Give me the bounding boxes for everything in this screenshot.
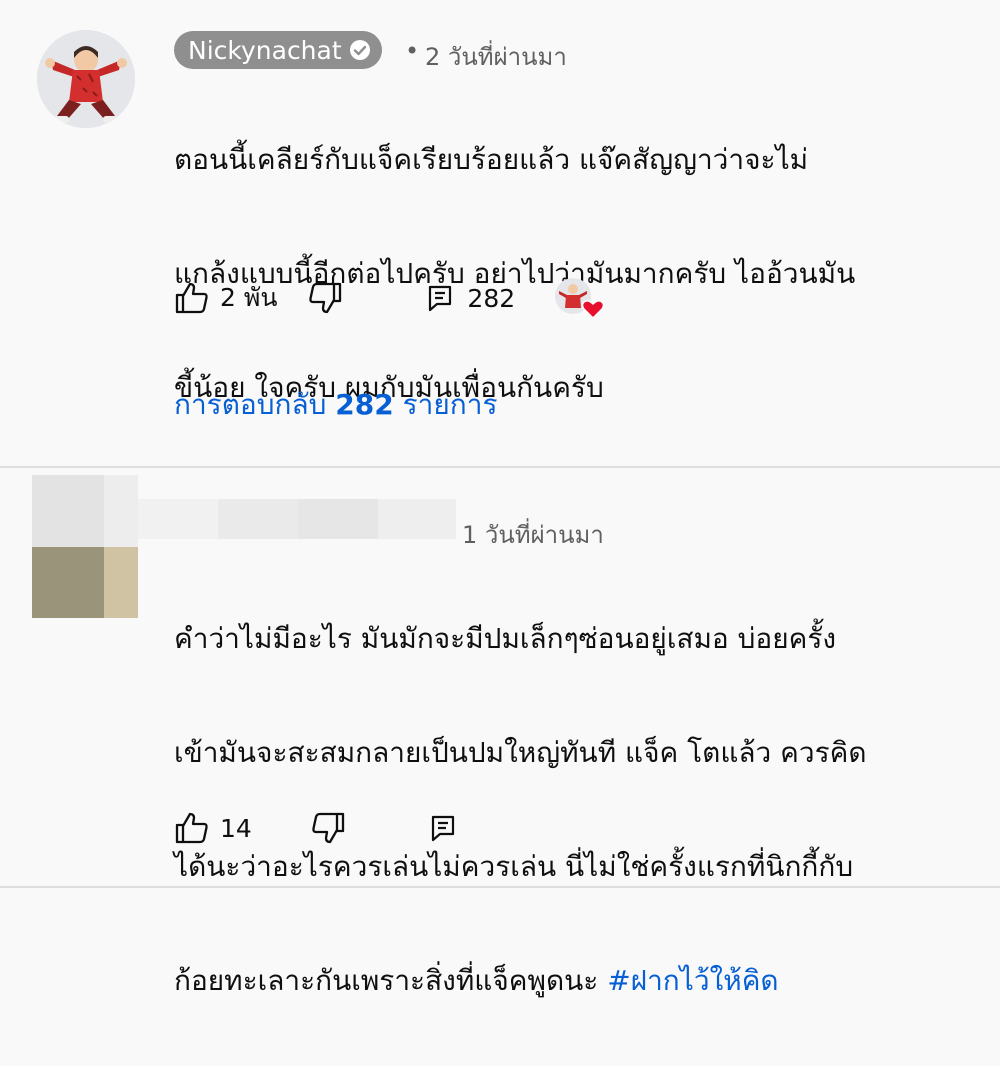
view-replies-link[interactable]: การตอบกลับ 282 รายการ — [174, 383, 498, 427]
creator-heart-badge — [553, 276, 605, 320]
thumbs-up-icon — [175, 282, 208, 314]
comment-icon — [431, 815, 454, 842]
like-count: 2 พัน — [220, 283, 278, 312]
thumbs-up-icon — [175, 812, 208, 844]
comment-actions: 14 — [174, 811, 456, 845]
comment-text: คำว่าไม่มีอะไร มันมักจะมีปมเล็กๆซ่อนอยู่… — [174, 553, 867, 1066]
replies-suffix: รายการ — [393, 388, 498, 421]
author-blurred[interactable] — [138, 499, 456, 539]
replies-prefix: การตอบกลับ — [174, 388, 336, 421]
thumbs-down-icon — [312, 812, 344, 844]
comment-time[interactable]: 1 วันที่ผ่านมา — [462, 515, 604, 554]
avatar-blurred[interactable] — [32, 475, 138, 618]
avatar-image — [37, 30, 135, 128]
comment-text-line: ก้อยทะเลาะกันเพราะสิ่งที่แจ็คพูดนะ #ฝากไ… — [174, 952, 867, 1009]
comment-1: Nickynachat • 2 วันที่ผ่านมา ตอนนี้เคลีย… — [0, 0, 1000, 467]
dislike-button[interactable] — [310, 811, 346, 845]
like-count: 14 — [220, 813, 252, 843]
comment-2: 1 วันที่ผ่านมา คำว่าไม่มีอะไร มันมักจะมี… — [0, 469, 1000, 997]
reply-count: 282 — [467, 283, 516, 313]
comment-text-line: เข้ามันจะสะสมกลายเป็นปมใหญ่ทันที แจ็ค โต… — [174, 736, 867, 769]
meta-separator: • — [405, 37, 420, 65]
like-button[interactable] — [174, 811, 210, 845]
avatar[interactable] — [37, 30, 135, 128]
author-name: Nickynachat — [188, 35, 342, 65]
divider — [0, 466, 1000, 468]
comment-time[interactable]: 2 วันที่ผ่านมา — [425, 37, 567, 76]
verified-check-icon — [348, 38, 372, 62]
dislike-button[interactable] — [307, 281, 343, 315]
replies-count: 282 — [335, 388, 394, 421]
heart-icon — [581, 300, 605, 320]
divider — [0, 886, 1000, 888]
reply-button[interactable] — [430, 814, 456, 842]
comment-text-line: คำว่าไม่มีอะไร มันมักจะมีปมเล็กๆซ่อนอยู่… — [174, 622, 837, 655]
comment-icon — [429, 285, 452, 312]
author-chip[interactable]: Nickynachat — [174, 31, 382, 69]
like-button[interactable] — [174, 281, 210, 315]
comment-text-segment: ก้อยทะเลาะกันเพราะสิ่งที่แจ็คพูดนะ — [174, 964, 608, 997]
hashtag-link[interactable]: #ฝากไว้ให้คิด — [607, 964, 778, 997]
reply-button[interactable] — [427, 284, 453, 312]
comment-actions: 2 พัน 282 — [174, 276, 605, 320]
comment-text-line: ตอนนี้เคลียร์กับแจ็คเรียบร้อยแล้ว แจ๊คสั… — [174, 143, 809, 176]
thumbs-down-icon — [309, 282, 342, 314]
